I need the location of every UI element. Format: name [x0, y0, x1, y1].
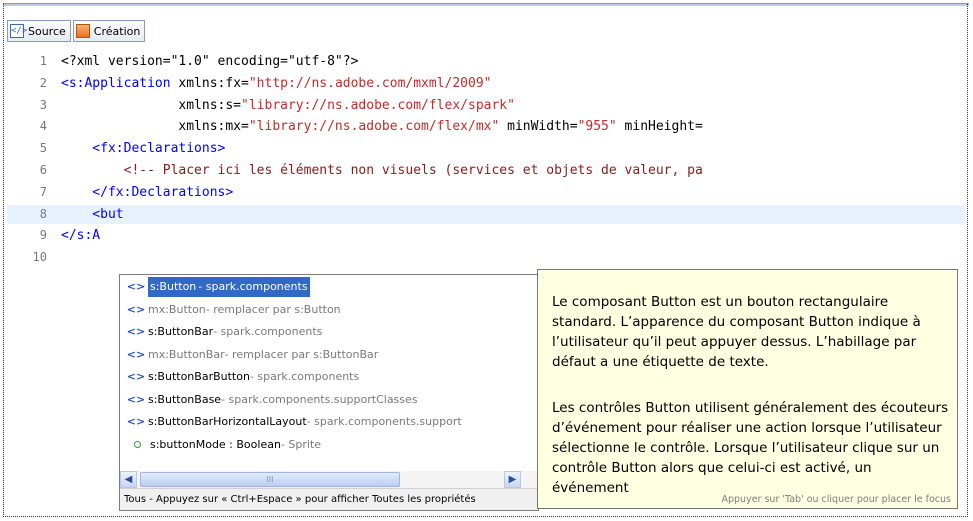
autocomplete-item[interactable]: s:buttonMode : Boolean - Sprite	[124, 435, 321, 455]
code-token: <fx:Declarations>	[61, 141, 226, 157]
autocomplete-item[interactable]: <> s:Button - spark.components	[124, 277, 310, 297]
code-token: </fx:Declarations>	[61, 184, 234, 200]
autocomplete-item[interactable]: <> s:ButtonBase - spark.components.suppor…	[124, 390, 418, 410]
component-tag-icon: <>	[126, 280, 146, 293]
code-token: "http://ns.adobe.com/mxml/2009"	[248, 75, 492, 91]
line-number: 7	[39, 184, 47, 199]
line-code: xmlns:mx="library://ns.adobe.com/flex/mx…	[61, 117, 703, 136]
autocomplete-item-description: - Sprite	[280, 437, 322, 451]
horizontal-scrollbar[interactable]: ◀ III ▶	[120, 471, 538, 488]
autocomplete-item-name: mx:ButtonBar	[148, 347, 225, 361]
line-code: </fx:Declarations>	[61, 183, 233, 202]
line-code: <?xml version="1.0" encoding="utf-8"?>	[61, 52, 358, 71]
component-tag-icon: <>	[126, 325, 146, 338]
autocomplete-item-name: s:buttonMode : Boolean	[150, 437, 281, 451]
scroll-right-button[interactable]: ▶	[504, 471, 521, 488]
property-icon	[134, 441, 141, 448]
tooltip-footer: Appuyer sur 'Tab' ou cliquer pour placer…	[721, 494, 952, 505]
line-code: <s:Application xmlns:fx="http://ns.adobe…	[61, 74, 492, 93]
tab-source-label: Source	[28, 24, 66, 38]
code-token: <!-- Placer ici les éléments non visuels…	[61, 163, 703, 178]
line-number: 6	[39, 163, 47, 177]
line-number: 5	[39, 141, 47, 156]
code-token: "library://ns.adobe.com/flex/spark"	[241, 97, 515, 113]
component-tag-icon: <>	[126, 415, 146, 428]
autocomplete-item-name: s:ButtonBar	[148, 325, 214, 338]
code-line[interactable]: 8 <but	[7, 204, 965, 224]
line-code: xmlns:s="library://ns.adobe.com/flex/spa…	[61, 96, 515, 115]
autocomplete-item-description: - spark.components.supportClasses	[221, 392, 418, 406]
line-code: <fx:Declarations>	[61, 139, 225, 158]
code-line[interactable]: 4 xmlns:mx="library://ns.adobe.com/flex/…	[7, 117, 965, 136]
line-number: 9	[39, 228, 47, 243]
code-line[interactable]: 1 <?xml version="1.0" encoding="utf-8"?>	[7, 52, 965, 71]
autocomplete-item-description: - remplacer par s:ButtonBar	[224, 347, 379, 361]
code-token: xmlns:mx=	[61, 119, 249, 135]
code-token: <?xml version="1.0" encoding="utf-8"?>	[61, 54, 359, 69]
component-tag-icon: <>	[126, 302, 146, 316]
code-token: <s:Application	[61, 75, 171, 91]
autocomplete-item-description: - spark.components	[213, 325, 323, 338]
code-token: "library://ns.adobe.com/flex/mx"	[248, 119, 500, 135]
design-view-icon	[75, 24, 90, 38]
autocomplete-item-description: - spark.components.support	[306, 415, 462, 428]
autocomplete-item[interactable]: <> mx:ButtonBar - remplacer par s:ButtonB…	[124, 345, 379, 365]
code-line[interactable]: 6 <!-- Placer ici les éléments non visue…	[7, 161, 965, 180]
autocomplete-item-name: s:Button	[148, 277, 199, 297]
tab-design[interactable]: Création	[72, 20, 146, 42]
line-code: <!-- Placer ici les éléments non visuels…	[61, 161, 703, 180]
autocomplete-item[interactable]: <> s:ButtonBarButton - spark.components	[124, 367, 359, 387]
line-number: 8	[39, 206, 47, 221]
code-line[interactable]: 3 xmlns:s="library://ns.adobe.com/flex/s…	[7, 96, 965, 115]
autocomplete-item-description: - remplacer par s:Button	[205, 302, 341, 316]
tab-source[interactable]: </> Source	[7, 20, 71, 42]
code-token: "955"	[577, 119, 617, 135]
tab-design-label: Création	[93, 24, 141, 38]
code-token: minWidth=	[499, 119, 578, 135]
code-token: </s:A	[61, 228, 101, 244]
line-code: <but	[61, 205, 124, 224]
autocomplete-footer: Tous - Appuyez sur « Ctrl+Espace » pour …	[120, 488, 538, 510]
code-token: <but	[61, 206, 124, 222]
scroll-left-button[interactable]: ◀	[120, 471, 137, 488]
code-line[interactable]: 2 <s:Application xmlns:fx="http://ns.adob…	[7, 74, 965, 93]
component-tag-icon: <>	[126, 347, 146, 361]
line-number: 2	[39, 75, 47, 90]
tooltip-paragraph-1: Le composant Button est un bouton rectan…	[552, 294, 921, 370]
code-line[interactable]: 5 <fx:Declarations>	[7, 139, 965, 158]
code-line[interactable]: 9 </s:A	[7, 226, 965, 245]
autocomplete-item-description: - spark.components	[198, 277, 310, 297]
autocomplete-popup: s:buttonMode : Boolean - Sprite <> s:Butto…	[119, 274, 539, 511]
component-tag-icon: <>	[126, 392, 146, 406]
code-line[interactable]: 10	[7, 248, 965, 267]
code-token: minHeight=	[616, 119, 703, 135]
component-tag-icon: <>	[126, 370, 146, 383]
autocomplete-item[interactable]: <> s:ButtonBarHorizontalLayout - spark.co…	[124, 412, 462, 432]
line-number: 1	[39, 54, 47, 68]
view-mode-tabs: </> Source Création	[7, 20, 147, 42]
autocomplete-item-name: s:ButtonBarButton	[148, 370, 250, 383]
code-token: xmlns:fx=	[170, 75, 249, 91]
line-code: </s:A	[61, 226, 100, 245]
autocomplete-item-description: - spark.components	[249, 370, 360, 383]
tooltip-paragraph-2: Les contrôles Button utilisent généralem…	[552, 400, 949, 496]
documentation-tooltip[interactable]: Le composant Button est un bouton rectan…	[537, 269, 958, 509]
autocomplete-item-name: s:ButtonBarHorizontalLayout	[148, 415, 307, 428]
code-token: xmlns:s=	[61, 97, 242, 113]
source-code-icon: </>	[10, 24, 28, 38]
line-number: 3	[39, 97, 47, 112]
scroll-thumb[interactable]: III	[140, 472, 400, 487]
autocomplete-item[interactable]: <> mx:Button - remplacer par s:Button	[124, 300, 341, 320]
autocomplete-item-name: s:ButtonBase	[148, 392, 222, 406]
autocomplete-item[interactable]: <> s:ButtonBar - spark.components	[124, 322, 323, 342]
autocomplete-item-name: mx:Button	[148, 302, 206, 316]
line-number: 10	[32, 250, 47, 265]
line-number: 4	[39, 119, 47, 134]
code-line[interactable]: 7 </fx:Declarations>	[7, 183, 965, 202]
